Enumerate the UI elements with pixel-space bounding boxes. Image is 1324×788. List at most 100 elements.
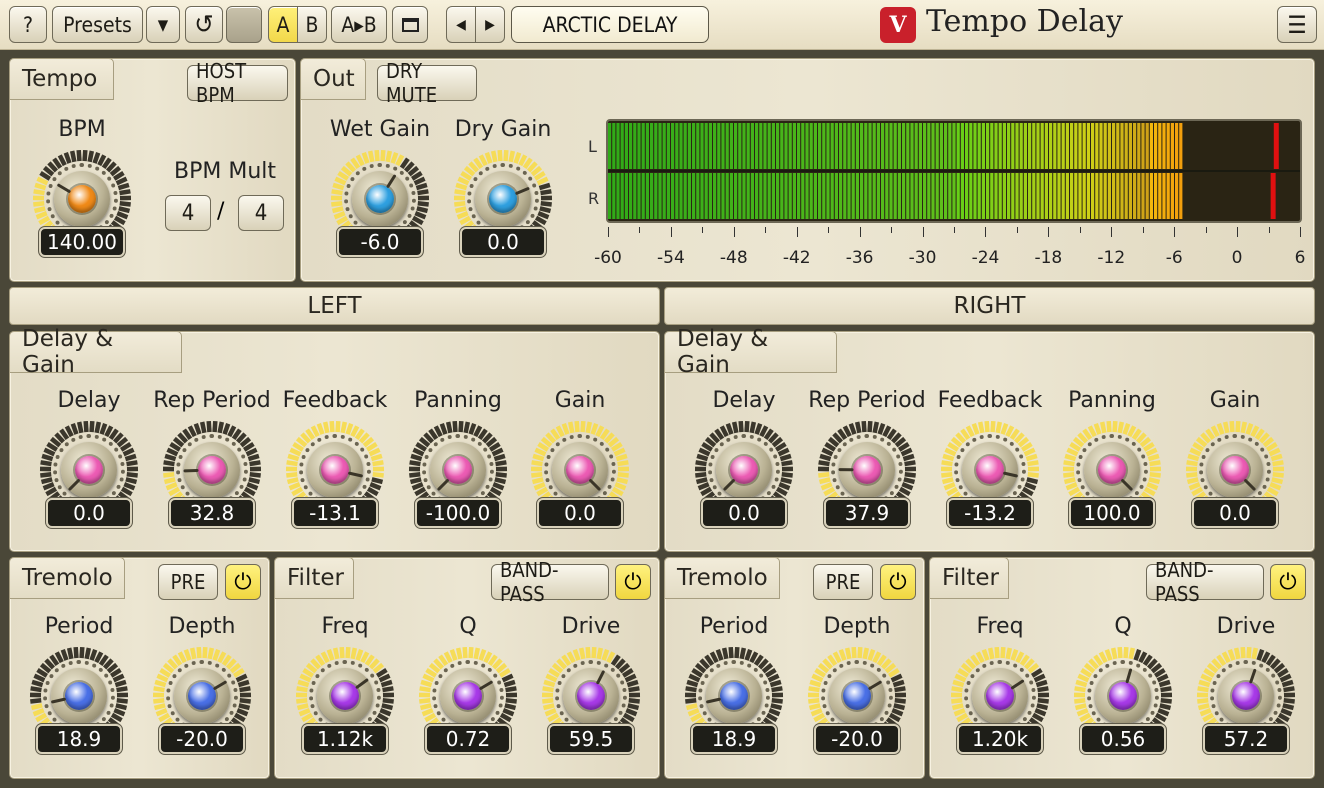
preset-name-field[interactable]: ARCTIC DELAY — [511, 6, 709, 43]
meter-scale-label: -24 — [971, 248, 1000, 268]
wet-gain-value[interactable]: -6.0 — [337, 227, 423, 257]
left-gain-value[interactable]: 0.0 — [537, 498, 623, 528]
meter-r-segment — [725, 173, 729, 219]
right-tremolo-pre-button[interactable]: PRE — [813, 564, 873, 600]
meter-l-segment — [994, 123, 998, 169]
meter-r-segment — [1053, 173, 1057, 219]
meter-l-segment — [1149, 123, 1153, 169]
meter-scale-label: 0 — [1231, 248, 1243, 268]
presets-dropdown-button[interactable]: ▼ — [146, 6, 180, 43]
meter-r-segment — [780, 173, 784, 219]
meter-r-segment — [1040, 173, 1044, 219]
meter-r-segment — [885, 173, 889, 219]
copy-a-to-b-button[interactable]: A▸B — [331, 6, 387, 43]
left-feedback-value[interactable]: -13.1 — [292, 498, 378, 528]
meter-r-segment — [1086, 173, 1090, 219]
right-feedback-value[interactable]: -13.2 — [947, 498, 1033, 528]
window-button[interactable] — [392, 6, 428, 43]
a-button[interactable]: A — [268, 6, 298, 43]
meter-l-segment — [847, 123, 851, 169]
dry-mute-button[interactable]: DRY MUTE — [377, 59, 477, 107]
host-bpm-button[interactable]: HOST BPM — [187, 59, 288, 107]
meter-l-segment — [1065, 123, 1069, 169]
meter-l-segment — [843, 123, 847, 169]
meter-l-segment — [1032, 123, 1036, 169]
right-tremolo-power-button[interactable]: ⏻ — [880, 564, 916, 600]
dry-gain-value[interactable]: 0.0 — [460, 227, 546, 257]
right-drive-label: Drive — [1216, 614, 1276, 639]
left-drive-value[interactable]: 59.5 — [548, 724, 634, 754]
meter-r-segment — [792, 173, 796, 219]
main-menu-button[interactable]: ☰ — [1277, 6, 1317, 43]
meter-l-segment — [1019, 123, 1023, 169]
presets-button[interactable]: Presets — [52, 6, 143, 43]
meter-l-segment — [872, 123, 876, 169]
meter-r-segment — [931, 173, 935, 219]
left-depth-label: Depth — [168, 614, 236, 639]
left-tremolo-power-button[interactable]: ⏻ — [225, 564, 261, 600]
meter-scale-label: -42 — [782, 248, 811, 268]
out-tab: Out — [300, 58, 366, 100]
left-tremolo-pre-button[interactable]: PRE — [158, 564, 218, 600]
meter-l-segment — [885, 123, 889, 169]
meter-r-segment — [1095, 173, 1099, 219]
right-period-value[interactable]: 18.9 — [691, 724, 777, 754]
meter-scale-minor-tick — [639, 227, 641, 233]
right-drive-value[interactable]: 57.2 — [1203, 724, 1289, 754]
right-filter-tab: Filter — [929, 557, 1009, 599]
left-freq-value[interactable]: 1.12k — [302, 724, 388, 754]
meter-r-segment — [629, 173, 633, 219]
meter-r-segment — [1175, 173, 1179, 219]
app-title: Tempo Delay — [926, 4, 1123, 39]
meter-l-segment — [893, 123, 897, 169]
meter-l-segment — [860, 123, 864, 169]
meter-r-segment — [1179, 173, 1183, 219]
left-filter-type-button[interactable]: BAND-PASS — [491, 558, 609, 606]
meter-r-segment — [1137, 173, 1141, 219]
reset-button[interactable]: ↺ — [185, 6, 223, 43]
meter-r-segment — [1166, 173, 1170, 219]
right-depth-value[interactable]: -20.0 — [814, 724, 900, 754]
right-rep-period-value[interactable]: 37.9 — [824, 498, 910, 528]
meter-r-segment — [687, 173, 691, 219]
help-button[interactable]: ? — [9, 6, 47, 43]
arrow-left-icon: ◀ — [456, 16, 466, 33]
meter-l-segment — [939, 123, 943, 169]
left-filter-power-button[interactable]: ⏻ — [615, 564, 651, 600]
meter-l-segment — [679, 123, 683, 169]
next-preset-button[interactable]: ▶ — [475, 6, 505, 43]
meter-r-segment — [990, 173, 994, 219]
meter-r-segment — [746, 173, 750, 219]
left-depth-value[interactable]: -20.0 — [159, 724, 245, 754]
meter-r-segment — [797, 173, 801, 219]
right-q-value[interactable]: 0.56 — [1080, 724, 1166, 754]
meter-r-segment — [717, 173, 721, 219]
meter-scale-minor-tick — [702, 227, 704, 233]
bpm-mult-numerator[interactable]: 4 — [165, 195, 211, 231]
b-button[interactable]: B — [297, 6, 327, 43]
bpm-mult-separator: / — [217, 199, 225, 224]
bpm-value[interactable]: 140.00 — [39, 227, 125, 257]
right-panning-value[interactable]: 100.0 — [1069, 498, 1155, 528]
left-q-value[interactable]: 0.72 — [425, 724, 511, 754]
right-filter-type-button[interactable]: BAND-PASS — [1146, 558, 1264, 606]
left-panning-value[interactable]: -100.0 — [415, 498, 501, 528]
left-delay-value[interactable]: 0.0 — [46, 498, 132, 528]
meter-l-segment — [855, 123, 859, 169]
meter-r-segment — [612, 173, 616, 219]
blank-button[interactable] — [226, 6, 262, 43]
meter-scale-minor-tick — [796, 227, 798, 233]
right-freq-value[interactable]: 1.20k — [957, 724, 1043, 754]
hamburger-icon: ☰ — [1287, 10, 1307, 39]
left-period-value[interactable]: 18.9 — [36, 724, 122, 754]
meter-r-segment — [708, 173, 712, 219]
left-rep-period-value[interactable]: 32.8 — [169, 498, 255, 528]
meter-l-segment — [624, 123, 628, 169]
bpm-mult-denominator[interactable]: 4 — [238, 195, 284, 231]
meter-bars — [608, 123, 1300, 219]
right-filter-power-button[interactable]: ⏻ — [1270, 564, 1306, 600]
right-gain-value[interactable]: 0.0 — [1192, 498, 1278, 528]
meter-label-r: R — [588, 189, 600, 208]
prev-preset-button[interactable]: ◀ — [446, 6, 476, 43]
right-delay-value[interactable]: 0.0 — [701, 498, 787, 528]
